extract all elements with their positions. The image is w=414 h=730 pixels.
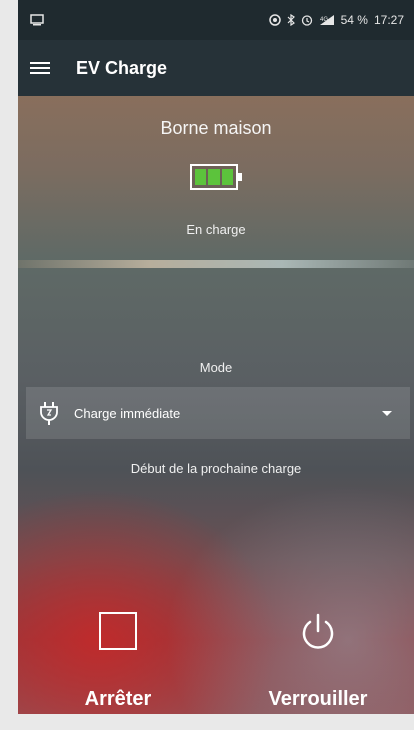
- clock: 17:27: [373, 13, 404, 27]
- plug-icon: [40, 402, 58, 425]
- signal-icon: 4G: [319, 15, 334, 25]
- app-screen: 4G 54 % 17:27 EV Charge Borne maison En …: [18, 0, 414, 714]
- battery-cell: [208, 169, 220, 185]
- charge-status: En charge: [186, 222, 246, 237]
- hamburger-menu-icon[interactable]: [30, 60, 50, 76]
- battery-charging-icon: [190, 164, 242, 190]
- power-icon: [302, 613, 334, 649]
- bluetooth-icon: [287, 14, 295, 26]
- station-name: Borne maison: [160, 118, 272, 138]
- stop-button[interactable]: Arrêter: [38, 590, 198, 710]
- mode-label: Mode: [199, 360, 233, 375]
- alarm-icon: [301, 15, 312, 26]
- svg-text:4G: 4G: [320, 17, 328, 23]
- screenshot-icon: [30, 14, 44, 26]
- next-charge-label[interactable]: Début de la prochaine charge: [18, 461, 414, 476]
- mode-dropdown[interactable]: Charge immédiate: [26, 387, 410, 439]
- location-icon: [268, 14, 281, 26]
- app-bar: EV Charge: [18, 40, 414, 96]
- divider: [18, 260, 414, 268]
- chevron-down-icon[interactable]: [382, 410, 392, 416]
- stop-button-label: Arrêter: [84, 688, 152, 710]
- mode-selected-value: Charge immédiate: [74, 405, 181, 421]
- status-bar: 4G 54 % 17:27: [18, 0, 414, 40]
- lock-button[interactable]: Verrouiller: [238, 590, 398, 710]
- battery-cell: [195, 169, 207, 185]
- app-title: EV Charge: [76, 57, 168, 78]
- stop-icon: [99, 612, 137, 650]
- lock-button-label: Verrouiller: [268, 688, 368, 710]
- battery-percent: 54 %: [340, 13, 368, 27]
- battery-cell: [221, 169, 233, 185]
